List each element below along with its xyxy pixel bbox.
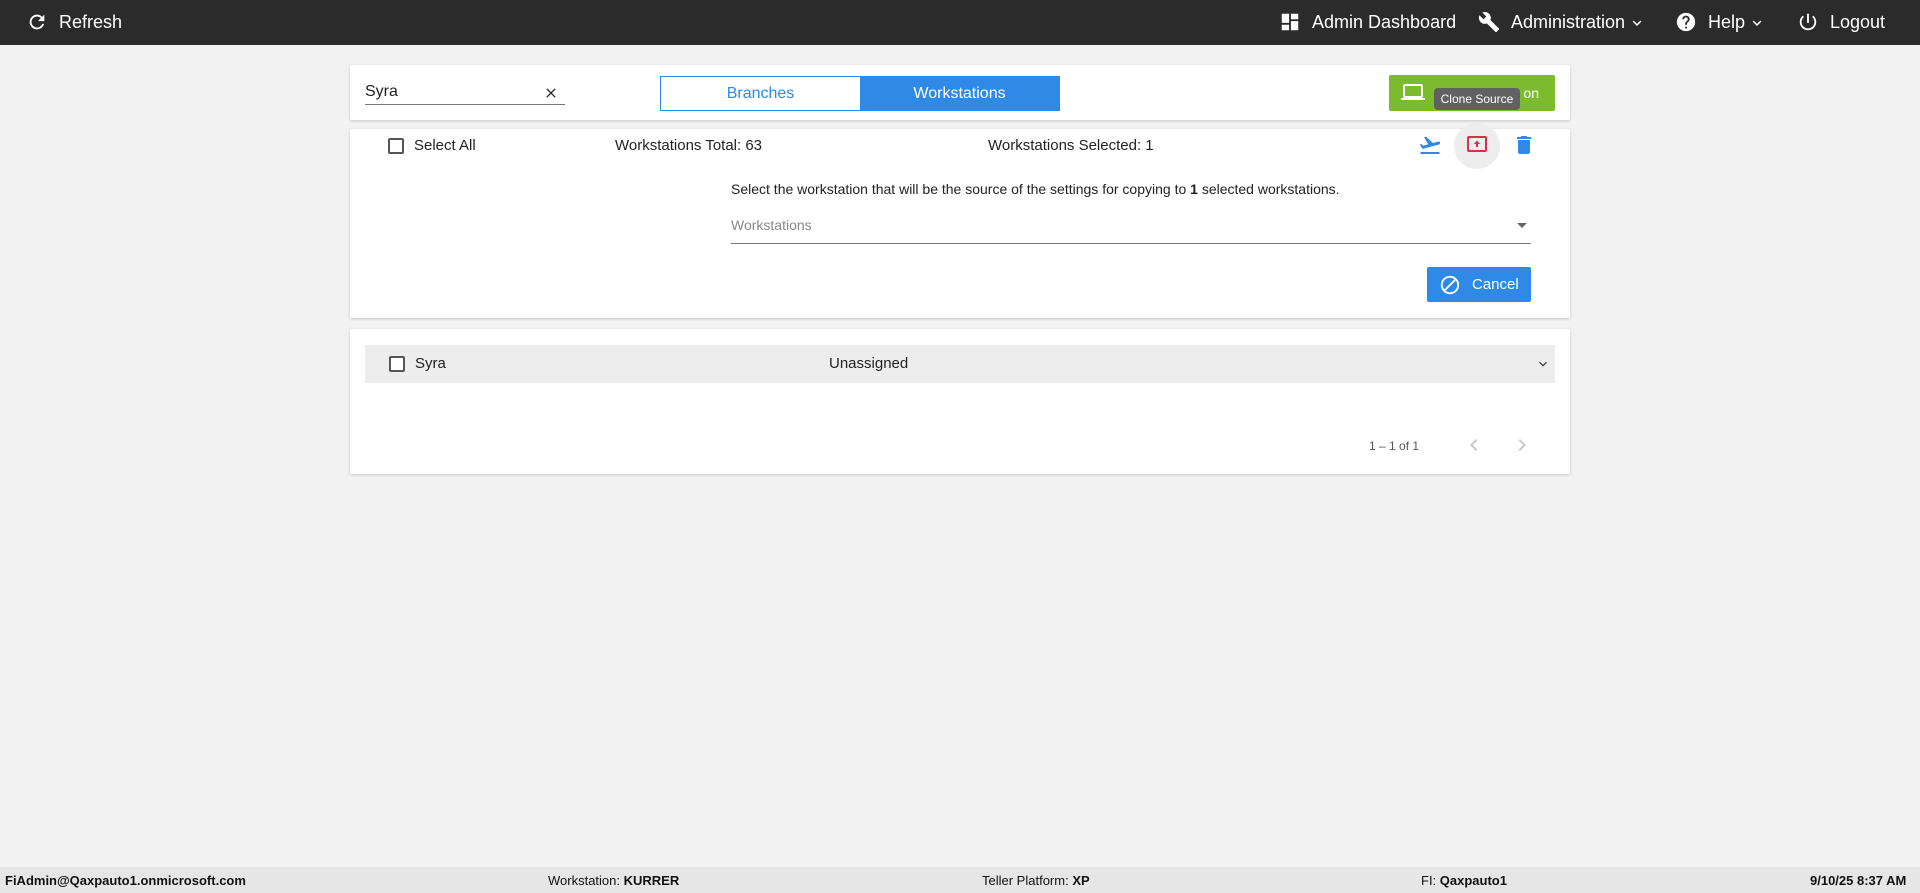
clone-source-tooltip: Clone Source [1434, 88, 1520, 110]
refresh-label: Refresh [59, 12, 123, 32]
footer-fi-value: Qaxpauto1 [1439, 873, 1507, 888]
select-all-label: Select All [414, 137, 476, 154]
footer-workstation-label: Workstation: [548, 873, 624, 888]
wrench-icon [1478, 11, 1502, 35]
search-field [365, 81, 565, 105]
footer-platform-value: XP [1072, 873, 1090, 888]
select-all-checkbox[interactable] [388, 137, 404, 154]
footer-platform-label: Teller Platform: [982, 873, 1073, 888]
help-menu[interactable]: Help [1675, 0, 1766, 45]
cancel-label: Cancel [1472, 276, 1519, 293]
cancel-button[interactable]: Cancel [1427, 267, 1531, 302]
administration-menu[interactable]: Administration [1478, 0, 1646, 45]
laptop-icon [1401, 80, 1425, 107]
source-workstation-placeholder: Workstations [731, 217, 812, 233]
top-nav-bar: Refresh Admin Dashboard Administration H… [0, 0, 1920, 45]
pager-range: 1 – 1 of 1 [1369, 439, 1420, 453]
chevron-left-icon[interactable] [1462, 433, 1486, 457]
footer-workstation: Workstation: KURRER [548, 873, 679, 888]
tab-workstations[interactable]: Workstations [860, 77, 1059, 110]
block-icon [1439, 274, 1461, 296]
search-input[interactable] [365, 81, 535, 103]
refresh-icon [26, 11, 50, 35]
clone-source-icon[interactable] [1465, 133, 1489, 157]
footer-datetime: 9/10/25 8:37 AM [1810, 873, 1907, 888]
status-footer: FiAdmin@Qaxpauto1.onmicrosoft.com Workst… [0, 867, 1920, 893]
chevron-right-icon[interactable] [1510, 433, 1534, 457]
instruction-suffix: selected workstations. [1197, 181, 1340, 197]
logout-button[interactable]: Logout [1797, 0, 1885, 45]
row-checkbox[interactable] [389, 356, 405, 372]
flight-takeoff-icon[interactable] [1418, 133, 1442, 157]
footer-user: FiAdmin@Qaxpauto1.onmicrosoft.com [5, 873, 246, 888]
select-all[interactable]: Select All [388, 137, 476, 154]
filter-toolbar: Branches Workstations on [350, 65, 1570, 120]
instruction-prefix: Select the workstation that will be the … [731, 181, 1191, 197]
footer-fi: FI: Qaxpauto1 [1421, 873, 1507, 888]
view-toggle: Branches Workstations [660, 76, 1060, 111]
clone-instruction: Select the workstation that will be the … [731, 181, 1340, 197]
help-label: Help [1708, 12, 1746, 32]
clone-panel: Select All Workstations Total: 63 Workst… [350, 123, 1570, 318]
administration-label: Administration [1511, 12, 1626, 32]
dashboard-icon [1279, 11, 1303, 35]
table-row[interactable]: Syra Unassigned [365, 345, 1555, 383]
footer-fi-label: FI: [1421, 873, 1440, 888]
close-icon[interactable] [543, 85, 559, 101]
row-branch: Unassigned [829, 355, 909, 372]
admin-dashboard-button[interactable]: Admin Dashboard [1279, 0, 1456, 45]
admin-dashboard-label: Admin Dashboard [1312, 12, 1457, 32]
tab-branches[interactable]: Branches [661, 77, 860, 110]
trash-icon[interactable] [1512, 133, 1536, 157]
chevron-down-icon[interactable] [1535, 356, 1551, 372]
chevron-down-icon [1748, 14, 1766, 32]
power-icon [1797, 11, 1821, 35]
logout-label: Logout [1830, 12, 1886, 32]
help-icon [1675, 11, 1699, 35]
footer-workstation-value: KURRER [623, 873, 680, 888]
chevron-down-icon [1628, 14, 1646, 32]
dropdown-arrow-icon [1517, 223, 1527, 228]
source-workstation-select[interactable]: Workstations [731, 213, 1531, 244]
workstations-total: Workstations Total: 63 [615, 137, 763, 154]
row-workstation-name: Syra [415, 355, 446, 372]
refresh-button[interactable]: Refresh [26, 0, 122, 45]
workstations-selected: Workstations Selected: 1 [988, 137, 1154, 154]
footer-teller-platform: Teller Platform: XP [982, 873, 1090, 888]
workstation-action-label: on [1523, 85, 1539, 101]
instruction-count: 1 [1190, 181, 1198, 197]
workstation-list: Syra Unassigned 1 – 1 of 1 [350, 329, 1570, 474]
